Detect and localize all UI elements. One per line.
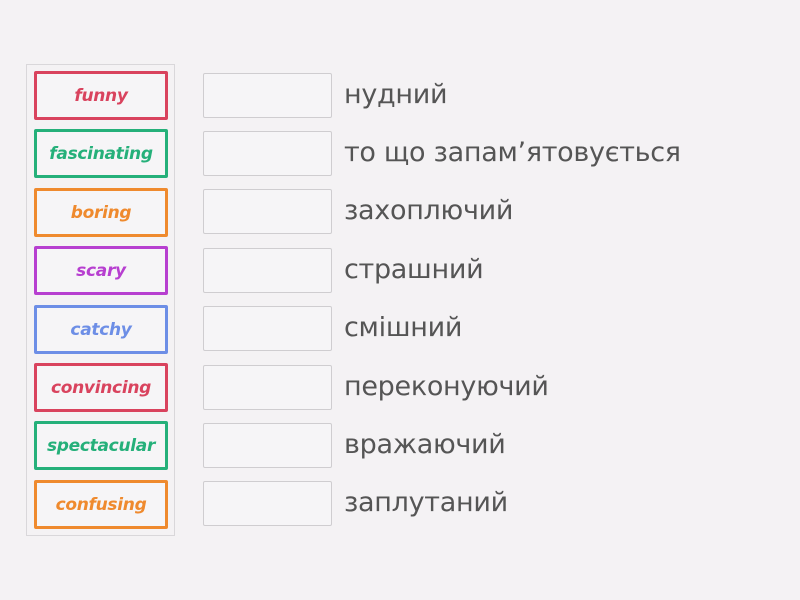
drop-target[interactable]: [203, 248, 332, 293]
drop-target[interactable]: [203, 423, 332, 468]
word-tile-catchy[interactable]: catchy: [34, 305, 168, 354]
drop-target[interactable]: [203, 189, 332, 234]
definition-label: вражаючий: [344, 429, 506, 460]
definition-label: нудний: [344, 79, 448, 110]
definition-label: смішний: [344, 312, 463, 343]
drop-target[interactable]: [203, 365, 332, 410]
drop-target[interactable]: [203, 306, 332, 351]
word-tile-tray: funny fascinating boring scary catchy convinc…: [26, 64, 175, 536]
word-tile-boring[interactable]: boring: [34, 188, 168, 237]
drop-target[interactable]: [203, 481, 332, 526]
word-tile-convincing[interactable]: convincing: [34, 363, 168, 412]
word-tile-spectacular[interactable]: spectacular: [34, 421, 168, 470]
drop-target[interactable]: [203, 73, 332, 118]
word-tile-funny[interactable]: funny: [34, 71, 168, 120]
word-tile-fascinating[interactable]: fascinating: [34, 129, 168, 178]
definition-label: заплутаний: [344, 487, 508, 518]
definition-label: захоплючий: [344, 195, 514, 226]
word-tile-confusing[interactable]: confusing: [34, 480, 168, 529]
word-tile-scary[interactable]: scary: [34, 246, 168, 295]
drop-target[interactable]: [203, 131, 332, 176]
definition-label: переконуючий: [344, 371, 549, 402]
definition-label: то що запам’ятовується: [344, 137, 681, 168]
definition-label: страшний: [344, 254, 484, 285]
